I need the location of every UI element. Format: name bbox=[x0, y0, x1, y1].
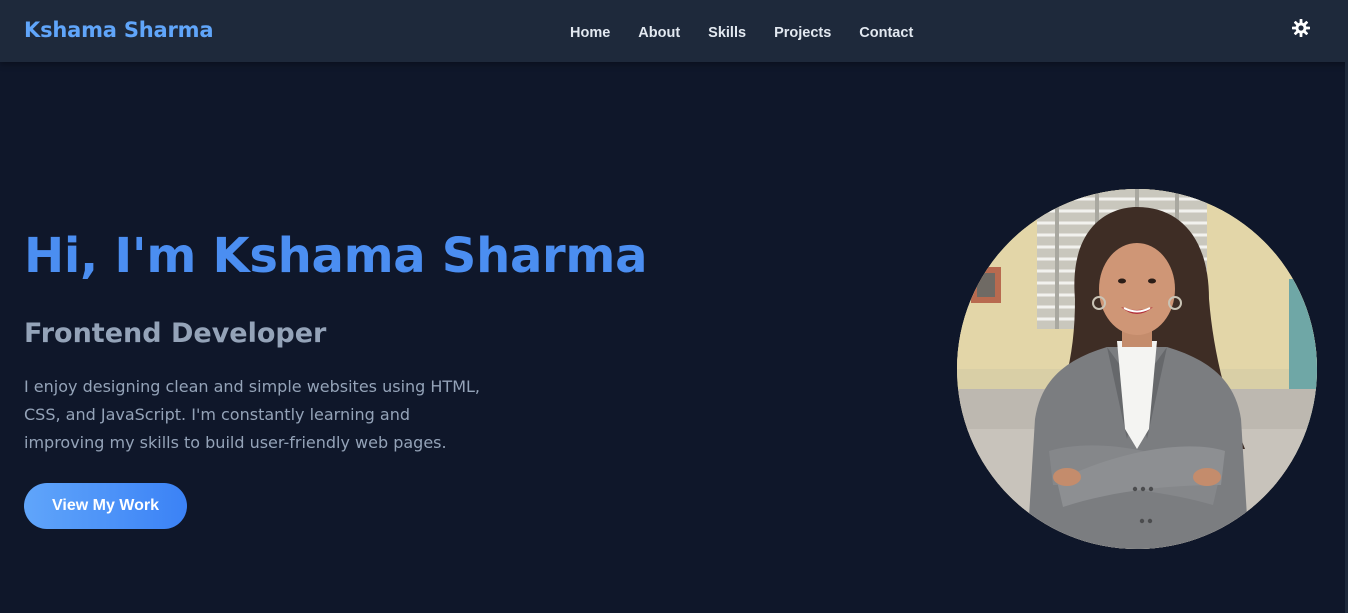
nav-link-skills[interactable]: Skills bbox=[708, 25, 746, 41]
hero-title: Hi, I'm Kshama Sharma bbox=[24, 228, 648, 284]
hero-description: I enjoy designing clean and simple websi… bbox=[24, 377, 481, 452]
nav-link-contact[interactable]: Contact bbox=[859, 25, 913, 41]
theme-toggle-button[interactable] bbox=[1289, 17, 1313, 41]
hero-subtitle: Frontend Developer bbox=[24, 318, 327, 349]
nav-link-home[interactable]: Home bbox=[570, 25, 610, 41]
nav-link-projects[interactable]: Projects bbox=[774, 25, 831, 41]
nav-link-about[interactable]: About bbox=[638, 25, 680, 41]
page: Kshama Sharma Home About Skills Projects… bbox=[0, 0, 1348, 613]
sun-gear-icon bbox=[1291, 18, 1311, 41]
navbar: Kshama Sharma Home About Skills Projects… bbox=[0, 0, 1348, 62]
nav-links: Home About Skills Projects Contact bbox=[570, 22, 913, 41]
profile-photo bbox=[957, 189, 1317, 549]
view-my-work-button[interactable]: View My Work bbox=[24, 483, 187, 529]
brand-logo[interactable]: Kshama Sharma bbox=[24, 18, 214, 42]
